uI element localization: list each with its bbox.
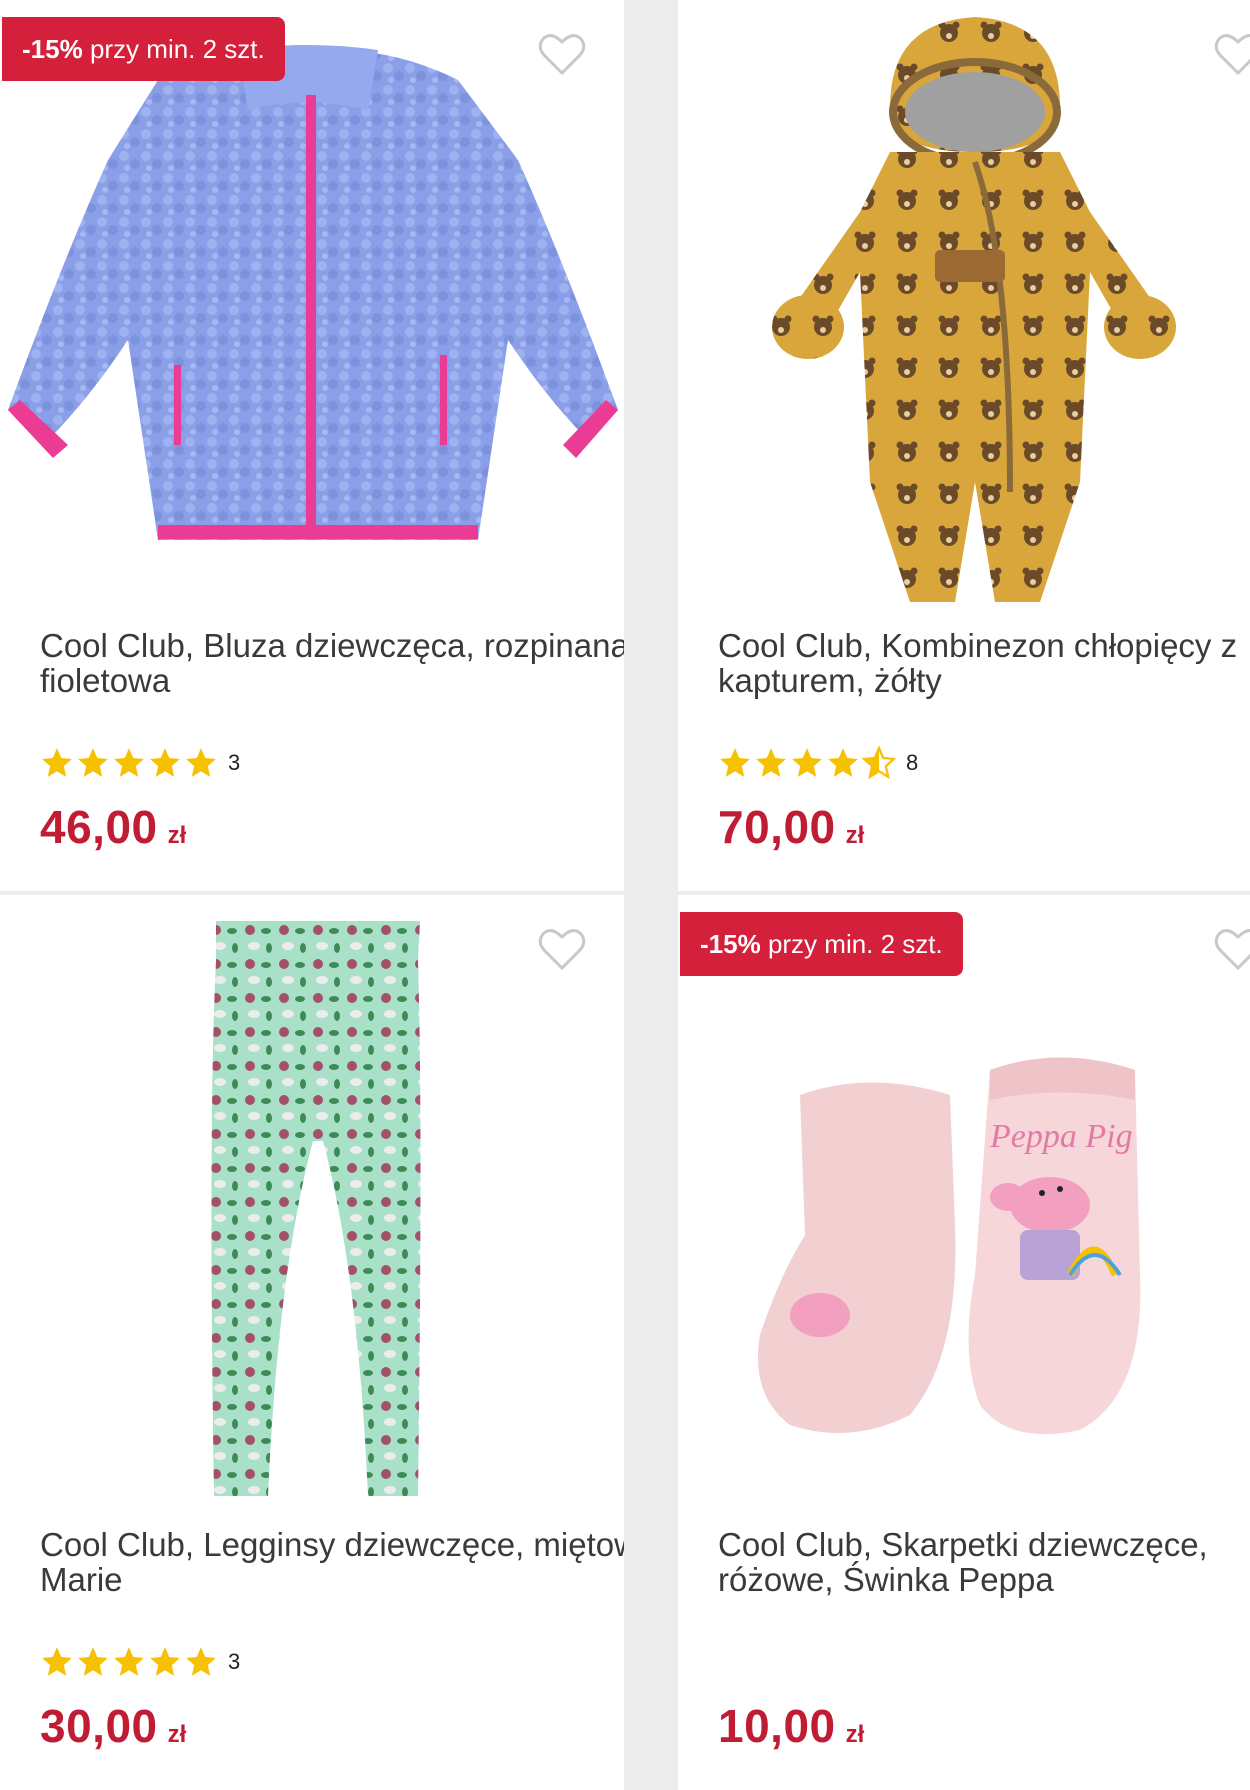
price-value: 10,00: [718, 1700, 836, 1752]
star-icon: [40, 746, 74, 780]
product-title[interactable]: Cool Club, Legginsy dziewczęce, miętowe,…: [40, 1527, 624, 1597]
fleece-jacket-image: [8, 45, 618, 540]
heart-icon: [1214, 929, 1250, 971]
rating: 8: [718, 746, 918, 780]
favorite-button[interactable]: [1212, 28, 1250, 80]
promo-percent: -15%: [700, 928, 761, 959]
promo-badge: -15% przy min. 2 szt.: [680, 912, 963, 976]
price: 10,00 zł: [718, 1699, 864, 1759]
product-card[interactable]: Cool Club, Legginsy dziewczęce, miętowe,…: [0, 895, 624, 1790]
price: 30,00 zł: [40, 1699, 186, 1759]
socks-image: Peppa Pig: [758, 1057, 1141, 1435]
price-value: 70,00: [718, 801, 836, 853]
star-icon: [76, 746, 110, 780]
product-image[interactable]: Peppa Pig: [678, 895, 1250, 1495]
leggings-image: [211, 921, 421, 1496]
star-icon: [148, 1645, 182, 1679]
price: 70,00 zł: [718, 800, 864, 860]
product-card[interactable]: -15% przy min. 2 szt. Cool Club, Bluza d…: [0, 0, 624, 891]
product-image[interactable]: [678, 0, 1250, 602]
rating-count: 8: [906, 750, 919, 775]
price-currency: zł: [845, 1721, 865, 1748]
star-icon: [40, 1645, 74, 1679]
product-image[interactable]: [0, 895, 624, 1496]
product-card[interactable]: Cool Club, Kombinezon chłopięcy z kaptur…: [678, 0, 1250, 891]
rating: 3: [40, 746, 240, 780]
star-half-icon: [862, 746, 896, 780]
star-icon: [76, 1645, 110, 1679]
favorite-button[interactable]: [1212, 923, 1250, 975]
heart-icon: [1214, 34, 1250, 76]
promo-badge: -15% przy min. 2 szt.: [2, 17, 285, 81]
price-value: 46,00: [40, 801, 158, 853]
price-currency: zł: [167, 822, 187, 849]
product-title[interactable]: Cool Club, Kombinezon chłopięcy z kaptur…: [718, 628, 1250, 698]
star-icon: [184, 1645, 218, 1679]
heart-icon: [538, 929, 586, 971]
star-icon: [112, 1645, 146, 1679]
product-title[interactable]: Cool Club, Skarpetki dziewczęce, różowe,…: [718, 1527, 1238, 1597]
product-card[interactable]: Peppa Pig -15% przy min. 2 szt. Cool Clu…: [678, 895, 1250, 1790]
favorite-button[interactable]: [536, 923, 588, 975]
socks-print-text: Peppa Pig: [989, 1118, 1133, 1155]
snowsuit-image: [772, 17, 1176, 602]
star-icon: [112, 746, 146, 780]
star-icon: [826, 746, 860, 780]
rating: 3: [40, 1645, 240, 1679]
rating-count: 3: [228, 750, 241, 775]
promo-text: przy min. 2 szt.: [767, 928, 943, 959]
star-icon: [790, 746, 824, 780]
product-image[interactable]: [0, 0, 624, 600]
price-currency: zł: [845, 822, 865, 849]
price-currency: zł: [167, 1721, 187, 1748]
heart-icon: [538, 34, 586, 76]
promo-text: przy min. 2 szt.: [89, 33, 265, 64]
star-icon: [184, 746, 218, 780]
star-icon: [754, 746, 788, 780]
price: 46,00 zł: [40, 800, 186, 860]
promo-percent: -15%: [22, 33, 83, 64]
rating-count: 3: [228, 1649, 241, 1674]
favorite-button[interactable]: [536, 28, 588, 80]
star-icon: [148, 746, 182, 780]
price-value: 30,00: [40, 1700, 158, 1752]
star-icon: [718, 746, 752, 780]
product-title[interactable]: Cool Club, Bluza dziewczęca, rozpinana, …: [40, 628, 624, 698]
